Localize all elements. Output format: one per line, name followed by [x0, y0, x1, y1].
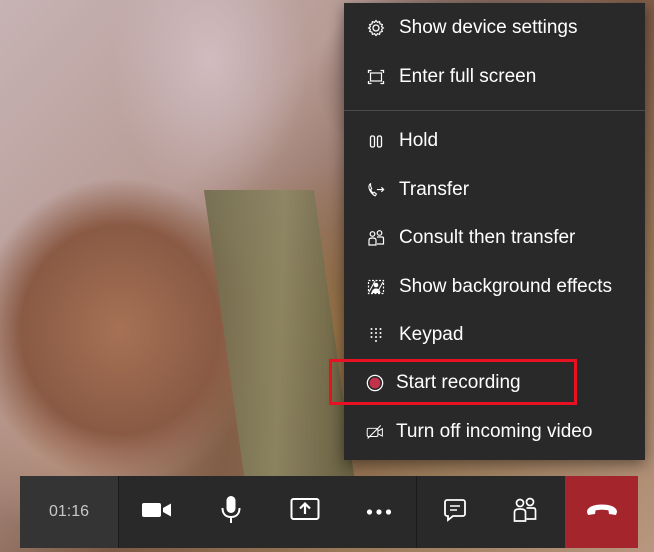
fullscreen-icon [367, 68, 385, 86]
menu-item-show-device-settings[interactable]: Show device settings [344, 6, 645, 50]
pause-icon [367, 132, 385, 150]
video-off-icon [366, 423, 384, 441]
menu-item-turn-off-incoming-video[interactable]: Turn off incoming video [344, 410, 645, 454]
menu-item-show-background-effects[interactable]: Show background effects [344, 265, 645, 309]
chat-button[interactable] [425, 476, 485, 548]
menu-divider [344, 110, 645, 111]
menu-item-label: Keypad [399, 324, 464, 345]
menu-item-label: Show background effects [399, 276, 613, 297]
more-options-icon [366, 503, 392, 521]
hang-up-button[interactable] [565, 476, 638, 548]
more-options-button[interactable] [349, 476, 409, 548]
background-effects-icon [367, 278, 385, 296]
video-camera-icon [141, 500, 173, 525]
people-icon [367, 229, 385, 247]
menu-item-label: Turn off incoming video [396, 421, 593, 442]
phone-transfer-icon [367, 181, 385, 199]
microphone-icon [220, 495, 242, 530]
call-timer-section: 01:16 [20, 476, 118, 548]
menu-item-enter-full-screen[interactable]: Enter full screen [344, 55, 645, 99]
highlight-box [329, 359, 577, 405]
participants-icon [512, 497, 538, 528]
menu-item-label: Consult then transfer [399, 227, 576, 248]
bar-divider [416, 476, 417, 548]
menu-item-label: Transfer [399, 179, 470, 200]
chat-icon [443, 498, 467, 527]
menu-item-label: Hold [399, 130, 439, 151]
camera-button[interactable] [127, 476, 187, 548]
call-control-bar: 01:16 [20, 476, 638, 548]
share-screen-button[interactable] [275, 476, 335, 548]
call-timer: 01:16 [48, 503, 90, 520]
share-screen-icon [290, 497, 320, 528]
keypad-icon [367, 326, 385, 344]
menu-item-label: Show device settings [399, 17, 578, 38]
menu-item-transfer[interactable]: Transfer [344, 168, 645, 212]
gear-icon [367, 19, 385, 37]
menu-item-label: Enter full screen [399, 66, 537, 87]
menu-item-consult-then-transfer[interactable]: Consult then transfer [344, 216, 645, 260]
menu-item-keypad[interactable]: Keypad [344, 313, 645, 357]
hang-up-icon [585, 502, 619, 523]
participants-button[interactable] [495, 476, 555, 548]
menu-item-hold[interactable]: Hold [344, 119, 645, 163]
microphone-button[interactable] [201, 476, 261, 548]
bar-divider [118, 476, 119, 548]
